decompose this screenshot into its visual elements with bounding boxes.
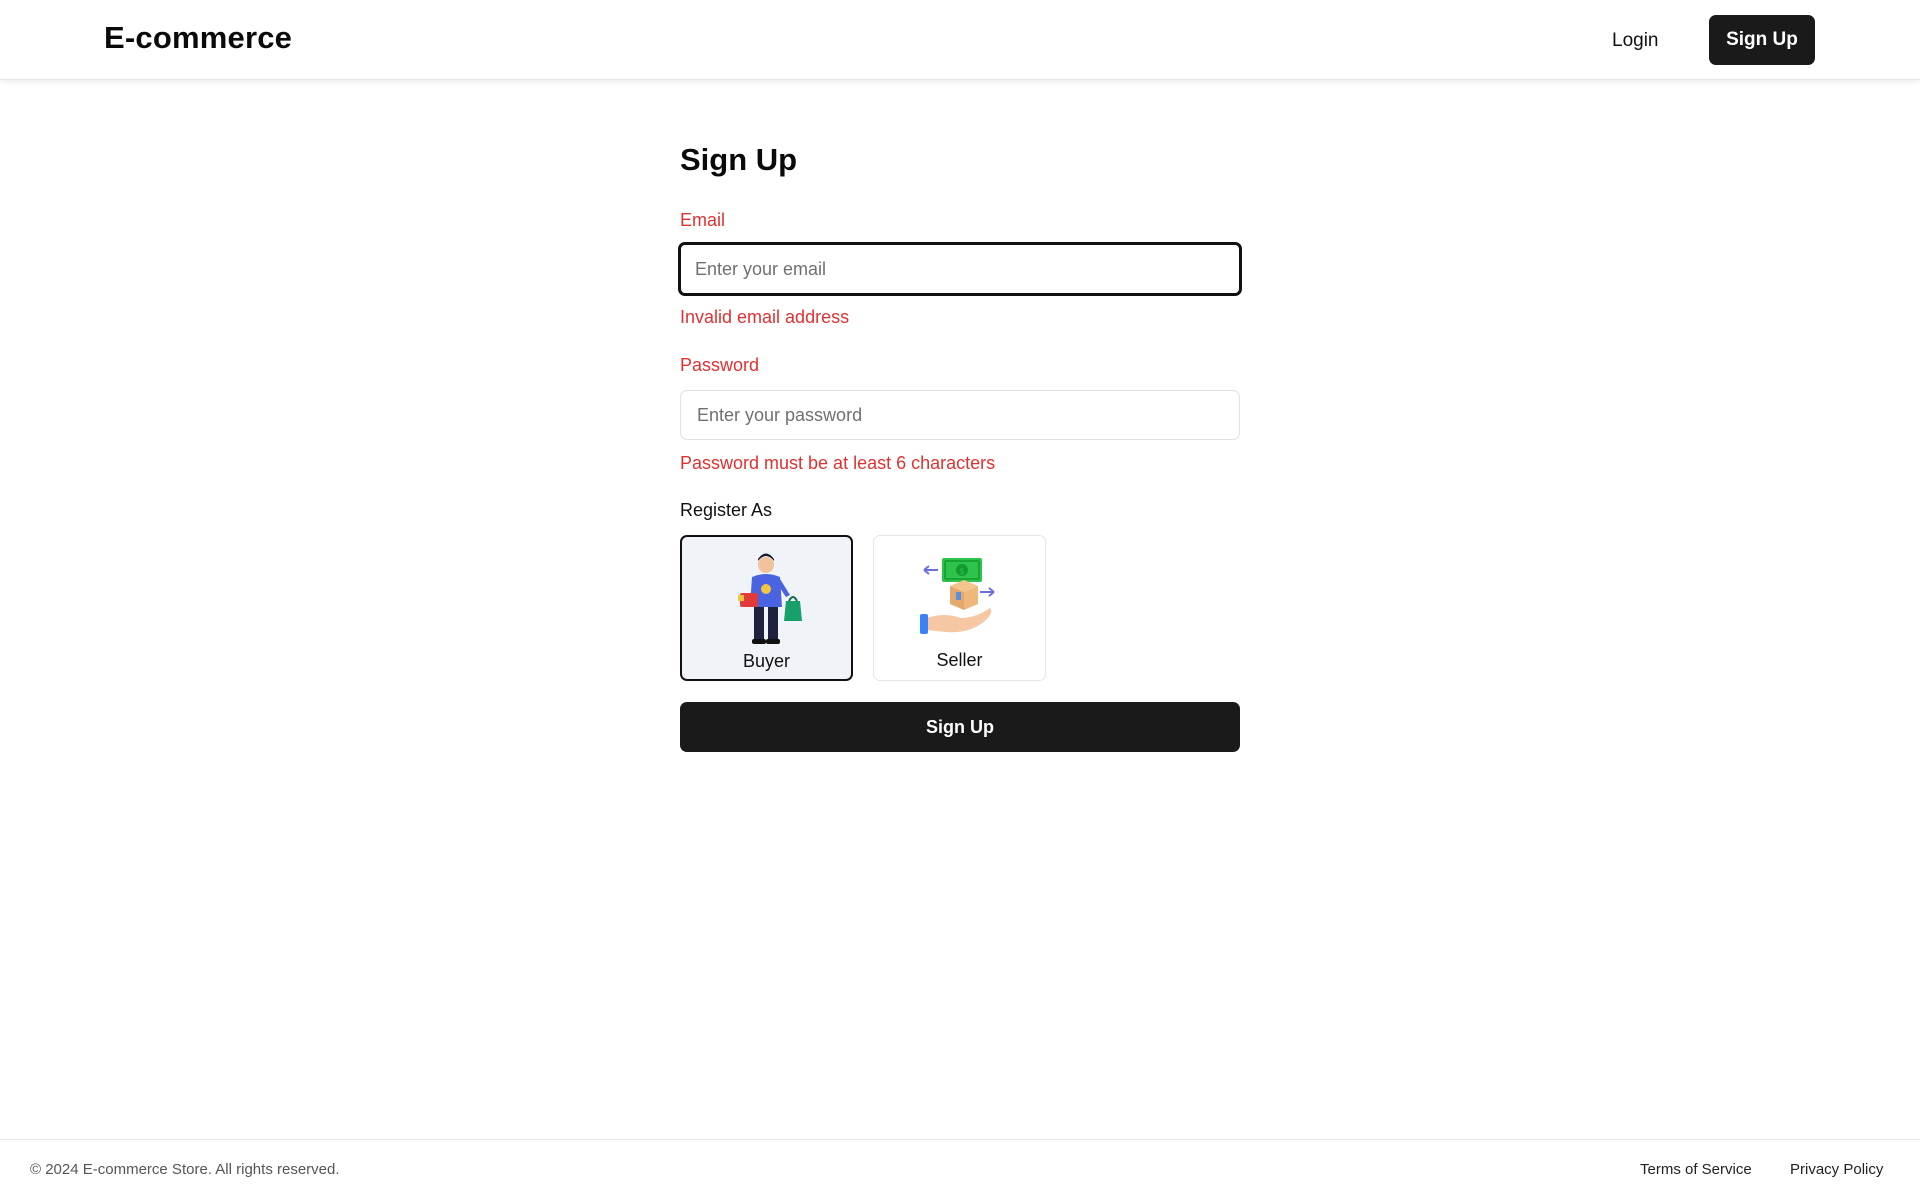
terms-link[interactable]: Terms of Service [1640, 1161, 1752, 1178]
buyer-label: Buyer [742, 651, 791, 671]
header-signup-button[interactable]: Sign Up [1709, 15, 1815, 65]
page-title: Sign Up [680, 142, 798, 177]
password-label: Password [680, 355, 760, 375]
buyer-option[interactable]: Buyer [680, 535, 853, 681]
copyright-text: © 2024 E-commerce Store. All rights rese… [30, 1161, 340, 1178]
site-header: E-commerce Login Sign Up [0, 0, 1920, 80]
seller-illustration-icon: $ [920, 558, 995, 634]
signup-form: Sign Up Email Invalid email address Pass… [678, 140, 1242, 752]
seller-option[interactable]: $ Seller [873, 535, 1046, 681]
svg-text:$: $ [959, 567, 965, 577]
buyer-illustration-icon [738, 553, 802, 644]
password-field[interactable] [680, 390, 1240, 440]
brand-logo[interactable]: E-commerce [104, 20, 292, 56]
privacy-link[interactable]: Privacy Policy [1790, 1161, 1883, 1178]
email-field[interactable] [678, 242, 1242, 296]
seller-label: Seller [936, 650, 983, 670]
password-error: Password must be at least 6 characters [680, 453, 996, 473]
register-as-label: Register As [680, 500, 773, 520]
email-error: Invalid email address [680, 307, 850, 327]
signup-submit-button[interactable]: Sign Up [680, 702, 1240, 752]
site-footer: © 2024 E-commerce Store. All rights rese… [0, 1139, 1920, 1200]
login-link[interactable]: Login [1600, 24, 1671, 58]
email-label: Email [680, 210, 726, 230]
